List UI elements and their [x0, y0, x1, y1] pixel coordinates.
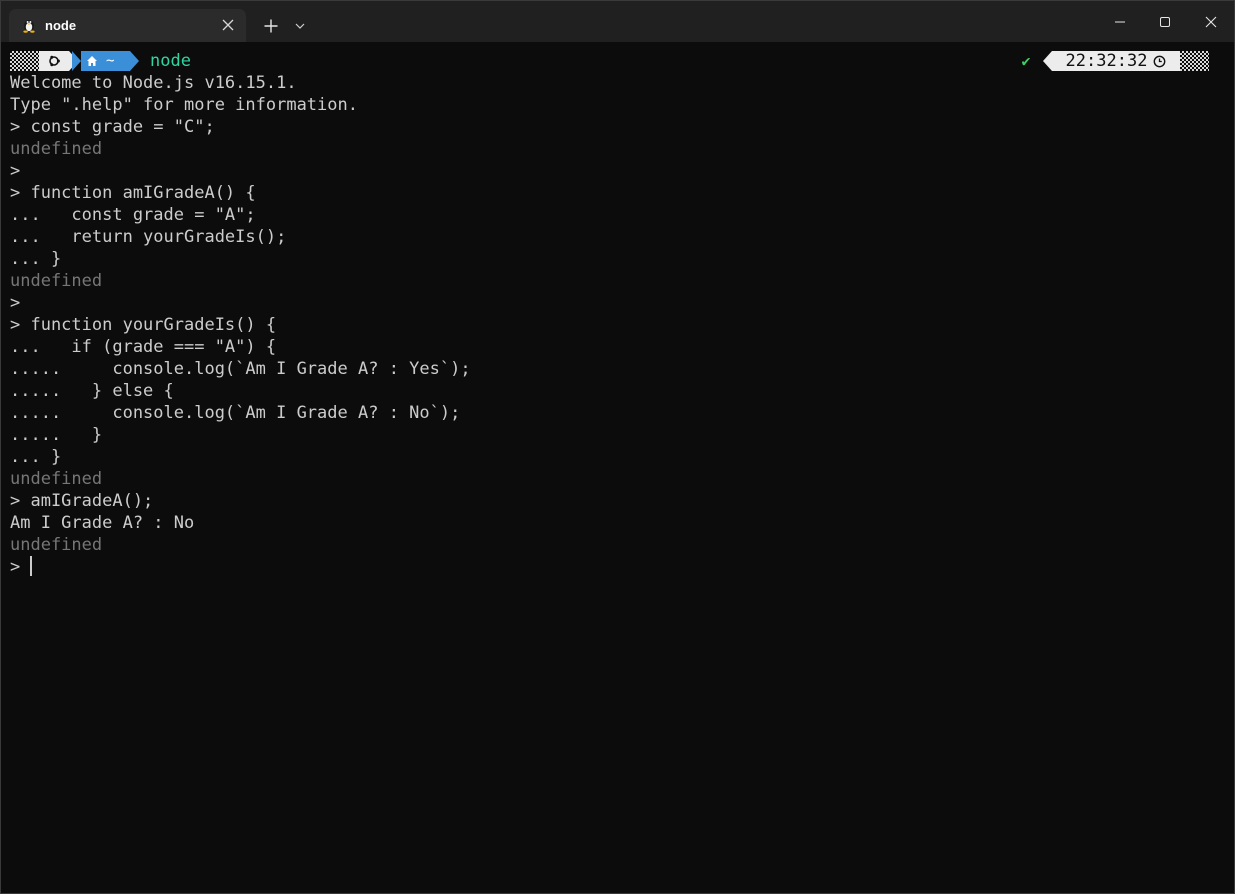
home-icon — [87, 56, 97, 66]
terminal-line: undefined — [10, 139, 103, 159]
terminal-line: Am I Grade A? : No — [10, 513, 195, 533]
prompt-path: ~ — [106, 53, 115, 69]
terminal-line: undefined — [10, 271, 103, 291]
tab-title: node — [45, 18, 77, 33]
chevron-down-icon — [295, 23, 305, 29]
close-tab-icon[interactable] — [218, 15, 238, 35]
terminal-line: ... const grade = "A"; — [10, 205, 256, 225]
terminal-line: > — [10, 161, 21, 181]
terminal-line: > — [10, 293, 21, 313]
prompt-time-segment: 22:32:32 — [1043, 51, 1180, 71]
minimize-button[interactable] — [1097, 1, 1143, 42]
close-icon — [1205, 16, 1217, 27]
terminal-line: ..... } — [10, 425, 103, 445]
terminal-line: ... if (grade === "A") { — [10, 337, 277, 357]
terminal-window: node ~ node ✔ 22:32:32 Welcome to Node.j… — [0, 0, 1235, 894]
terminal-line: ..... console.log(`Am I Grade A? : Yes`)… — [10, 359, 471, 379]
minimize-icon — [1115, 21, 1125, 22]
check-icon: ✔ — [999, 51, 1044, 71]
current-prompt-line[interactable]: > — [10, 556, 1220, 578]
tab-dropdown-button[interactable] — [291, 15, 309, 37]
terminal-line: Welcome to Node.js v16.15.1. — [10, 73, 297, 93]
terminal-line: ... } — [10, 447, 62, 467]
tab-node[interactable]: node — [9, 9, 246, 42]
close-window-button[interactable] — [1188, 1, 1234, 42]
terminal-line: > amIGradeA(); — [10, 491, 154, 511]
text-cursor — [30, 556, 33, 576]
plus-icon — [264, 19, 278, 33]
title-bar[interactable]: node — [1, 1, 1234, 42]
prompt-command: node — [150, 51, 191, 71]
maximize-icon — [1160, 16, 1170, 27]
prompt-symbol: > — [10, 557, 31, 577]
maximize-button[interactable] — [1142, 1, 1188, 42]
terminal-line: > function yourGradeIs() { — [10, 315, 277, 335]
ubuntu-icon — [39, 51, 78, 71]
terminal-line: Type ".help" for more information. — [10, 95, 358, 115]
prompt-left-dither — [10, 51, 39, 71]
terminal-pane[interactable]: ~ node ✔ 22:32:32 Welcome to Node.js v16… — [1, 42, 1234, 893]
terminal-line: undefined — [10, 469, 103, 489]
prompt-bar: ~ node ✔ 22:32:32 — [10, 50, 1209, 72]
prompt-right-dither — [1180, 51, 1209, 71]
terminal-line: ... } — [10, 249, 62, 269]
terminal-line: ..... console.log(`Am I Grade A? : No`); — [10, 403, 461, 423]
terminal-line: ... return yourGradeIs(); — [10, 227, 287, 247]
clock-icon — [1154, 55, 1166, 67]
linux-penguin-icon — [21, 17, 37, 33]
terminal-line: ..... } else { — [10, 381, 174, 401]
new-tab-button[interactable] — [259, 14, 283, 38]
terminal-line: undefined — [10, 535, 103, 555]
terminal-line: > function amIGradeA() { — [10, 183, 256, 203]
prompt-path-segment: ~ — [72, 51, 139, 71]
terminal-output: Welcome to Node.js v16.15.1. Type ".help"… — [10, 72, 1220, 578]
terminal-line: > const grade = "C"; — [10, 117, 215, 137]
prompt-time: 22:32:32 — [1065, 51, 1148, 71]
